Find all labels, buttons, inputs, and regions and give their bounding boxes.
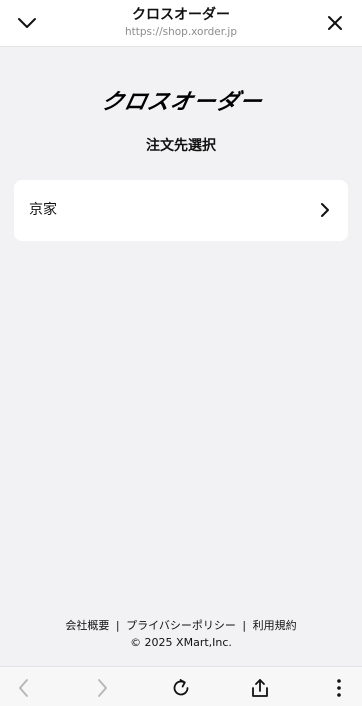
browser-toolbar	[0, 666, 362, 706]
browser-title: クロスオーダー	[132, 7, 230, 23]
logo-text: クロスオーダー	[99, 89, 265, 114]
reload-icon[interactable]	[169, 676, 193, 700]
close-icon[interactable]	[322, 10, 348, 36]
terms-link[interactable]: 利用規約	[253, 619, 297, 632]
footer-links: 会社概要 | プライバシーポリシー | 利用規約	[0, 618, 362, 634]
chevron-right-icon	[318, 200, 332, 220]
more-vertical-icon[interactable]	[327, 676, 351, 700]
chevron-down-icon[interactable]	[14, 10, 40, 36]
store-item[interactable]: 京家	[14, 180, 348, 241]
link-separator: |	[115, 619, 120, 632]
browser-header: クロスオーダー https://shop.xorder.jp	[0, 0, 362, 47]
store-name: 京家	[29, 202, 57, 218]
browser-url: https://shop.xorder.jp	[124, 26, 238, 38]
company-link[interactable]: 会社概要	[65, 619, 109, 632]
copyright: © 2025 XMart,Inc.	[130, 636, 232, 649]
page-title: 注文先選択	[146, 138, 216, 154]
share-icon[interactable]	[248, 676, 272, 700]
link-separator: |	[242, 619, 247, 632]
forward-arrow-icon[interactable]	[90, 676, 114, 700]
back-arrow-icon[interactable]	[12, 676, 36, 700]
privacy-policy-link[interactable]: プライバシーポリシー	[126, 619, 236, 632]
xorder-logo: クロスオーダー	[84, 88, 278, 115]
